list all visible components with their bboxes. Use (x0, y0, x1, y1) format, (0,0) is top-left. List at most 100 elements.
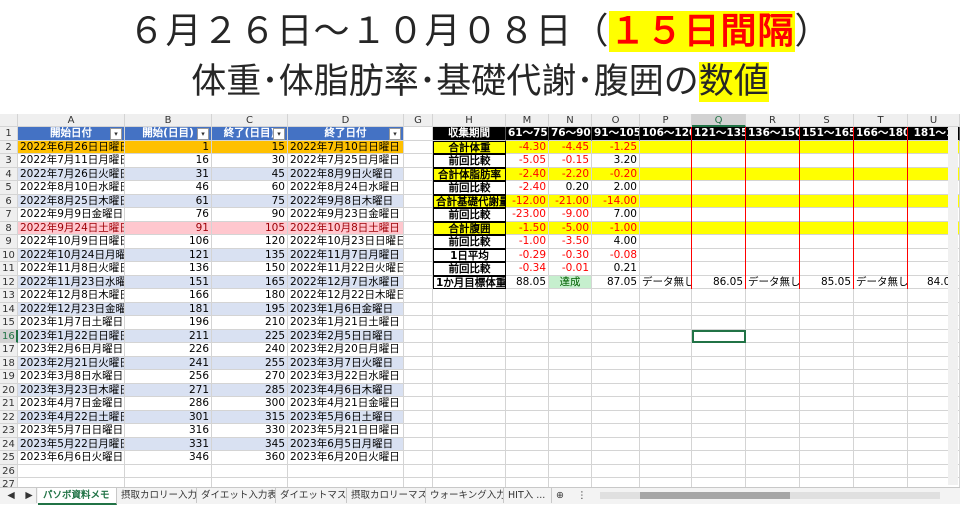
empty-cell[interactable] (506, 329, 549, 343)
filter-dropdown-icon[interactable]: ▾ (197, 128, 209, 140)
row-header-19[interactable]: 19 (0, 370, 18, 384)
table-cell[interactable]: 2022年9月23日金曜日 (288, 208, 404, 222)
metric-value[interactable]: -0.34 (506, 262, 549, 276)
table-cell[interactable]: 2022年11月23日水曜日 (18, 275, 125, 289)
empty-cell[interactable] (288, 464, 404, 478)
table-cell[interactable]: 255 (212, 356, 288, 370)
empty-cell[interactable] (854, 343, 908, 357)
metric-value[interactable] (800, 194, 854, 208)
empty-cell[interactable] (746, 437, 800, 451)
empty-cell[interactable] (506, 464, 549, 478)
table-cell[interactable]: 16 (125, 154, 212, 168)
empty-cell[interactable] (592, 383, 640, 397)
empty-cell[interactable] (854, 397, 908, 411)
empty-cell[interactable] (692, 437, 746, 451)
empty-cell[interactable] (854, 329, 908, 343)
empty-cell[interactable] (592, 289, 640, 303)
metric-value[interactable] (692, 167, 746, 181)
table-cell[interactable]: 2022年10月24日月曜日 (18, 248, 125, 262)
empty-cell[interactable] (692, 464, 746, 478)
metric-value[interactable]: 86.05 (692, 275, 746, 289)
row-header-6[interactable]: 6 (0, 194, 18, 208)
metric-value[interactable] (640, 235, 692, 249)
metric-value[interactable] (692, 248, 746, 262)
table-cell[interactable]: 151 (125, 275, 212, 289)
table-cell[interactable]: 2023年2月20日月曜日 (288, 343, 404, 357)
empty-cell[interactable] (433, 316, 506, 330)
empty-cell[interactable] (549, 289, 592, 303)
metric-label[interactable]: 合計体重 (433, 140, 506, 154)
empty-cell[interactable] (506, 410, 549, 424)
metric-value[interactable]: -0.20 (592, 167, 640, 181)
empty-cell[interactable] (404, 437, 433, 451)
metric-value[interactable] (746, 262, 800, 276)
table-cell[interactable]: 2022年7月11日月曜日 (18, 154, 125, 168)
table-cell[interactable]: 2022年7月26日火曜日 (18, 167, 125, 181)
empty-cell[interactable] (549, 316, 592, 330)
empty-cell[interactable] (404, 424, 433, 438)
table-cell[interactable]: 195 (212, 302, 288, 316)
metric-value[interactable]: -12.00 (506, 194, 549, 208)
empty-cell[interactable] (800, 302, 854, 316)
empty-cell[interactable] (746, 316, 800, 330)
table-cell[interactable]: 31 (125, 167, 212, 181)
empty-cell[interactable] (549, 424, 592, 438)
empty-cell[interactable] (854, 383, 908, 397)
metric-label[interactable]: 前回比較 (433, 235, 506, 249)
metric-value[interactable]: -0.08 (592, 248, 640, 262)
metric-value[interactable] (800, 208, 854, 222)
empty-cell[interactable] (404, 289, 433, 303)
empty-cell[interactable] (692, 289, 746, 303)
table-cell[interactable]: 196 (125, 316, 212, 330)
empty-cell[interactable] (640, 383, 692, 397)
empty-cell[interactable] (433, 410, 506, 424)
empty-cell[interactable] (692, 397, 746, 411)
metric-value[interactable]: -9.00 (549, 208, 592, 222)
table-cell[interactable]: 60 (212, 181, 288, 195)
metric-value[interactable]: -4.45 (549, 140, 592, 154)
empty-cell[interactable] (854, 316, 908, 330)
column-header-b[interactable]: B (125, 114, 212, 127)
table-cell[interactable]: 2023年6月5日月曜日 (288, 437, 404, 451)
metric-value[interactable] (746, 181, 800, 195)
table-cell[interactable]: 2022年8月10日水曜日 (18, 181, 125, 195)
row-header-23[interactable]: 23 (0, 424, 18, 438)
empty-cell[interactable] (640, 329, 692, 343)
metric-label[interactable]: 前回比較 (433, 181, 506, 195)
empty-cell[interactable] (800, 397, 854, 411)
empty-cell[interactable] (549, 383, 592, 397)
empty-cell[interactable] (592, 370, 640, 384)
empty-cell[interactable] (549, 370, 592, 384)
empty-cell[interactable] (549, 343, 592, 357)
empty-cell[interactable] (549, 451, 592, 465)
table-cell[interactable]: 226 (125, 343, 212, 357)
table-cell[interactable]: 2023年1月21日土曜日 (288, 316, 404, 330)
metric-value[interactable] (746, 154, 800, 168)
table-cell[interactable]: 2022年8月25日木曜日 (18, 194, 125, 208)
metric-value[interactable]: 85.05 (800, 275, 854, 289)
table-cell[interactable]: 166 (125, 289, 212, 303)
empty-cell[interactable] (404, 451, 433, 465)
empty-cell[interactable] (746, 383, 800, 397)
metric-value[interactable] (800, 248, 854, 262)
empty-cell[interactable] (854, 356, 908, 370)
table-cell[interactable]: 2022年12月22日木曜日 (288, 289, 404, 303)
column-header-n[interactable]: N (549, 114, 592, 127)
empty-cell[interactable] (212, 464, 288, 478)
table-cell[interactable]: 270 (212, 370, 288, 384)
empty-cell[interactable] (549, 302, 592, 316)
empty-cell[interactable] (433, 302, 506, 316)
table-cell[interactable]: 2023年4月22日土曜日 (18, 410, 125, 424)
metric-value[interactable] (854, 221, 908, 235)
empty-cell[interactable] (746, 424, 800, 438)
metric-value[interactable] (746, 248, 800, 262)
table-cell[interactable]: 120 (212, 235, 288, 249)
table-cell[interactable]: 2022年10月9日日曜日 (18, 235, 125, 249)
table-cell[interactable]: 2023年5月6日土曜日 (288, 410, 404, 424)
add-sheet-icon[interactable]: ⊕ (553, 488, 567, 503)
row-header-26[interactable]: 26 (0, 464, 18, 478)
empty-cell[interactable] (640, 370, 692, 384)
empty-cell[interactable] (746, 410, 800, 424)
metric-label[interactable]: 前回比較 (433, 208, 506, 222)
empty-cell[interactable] (404, 140, 433, 154)
